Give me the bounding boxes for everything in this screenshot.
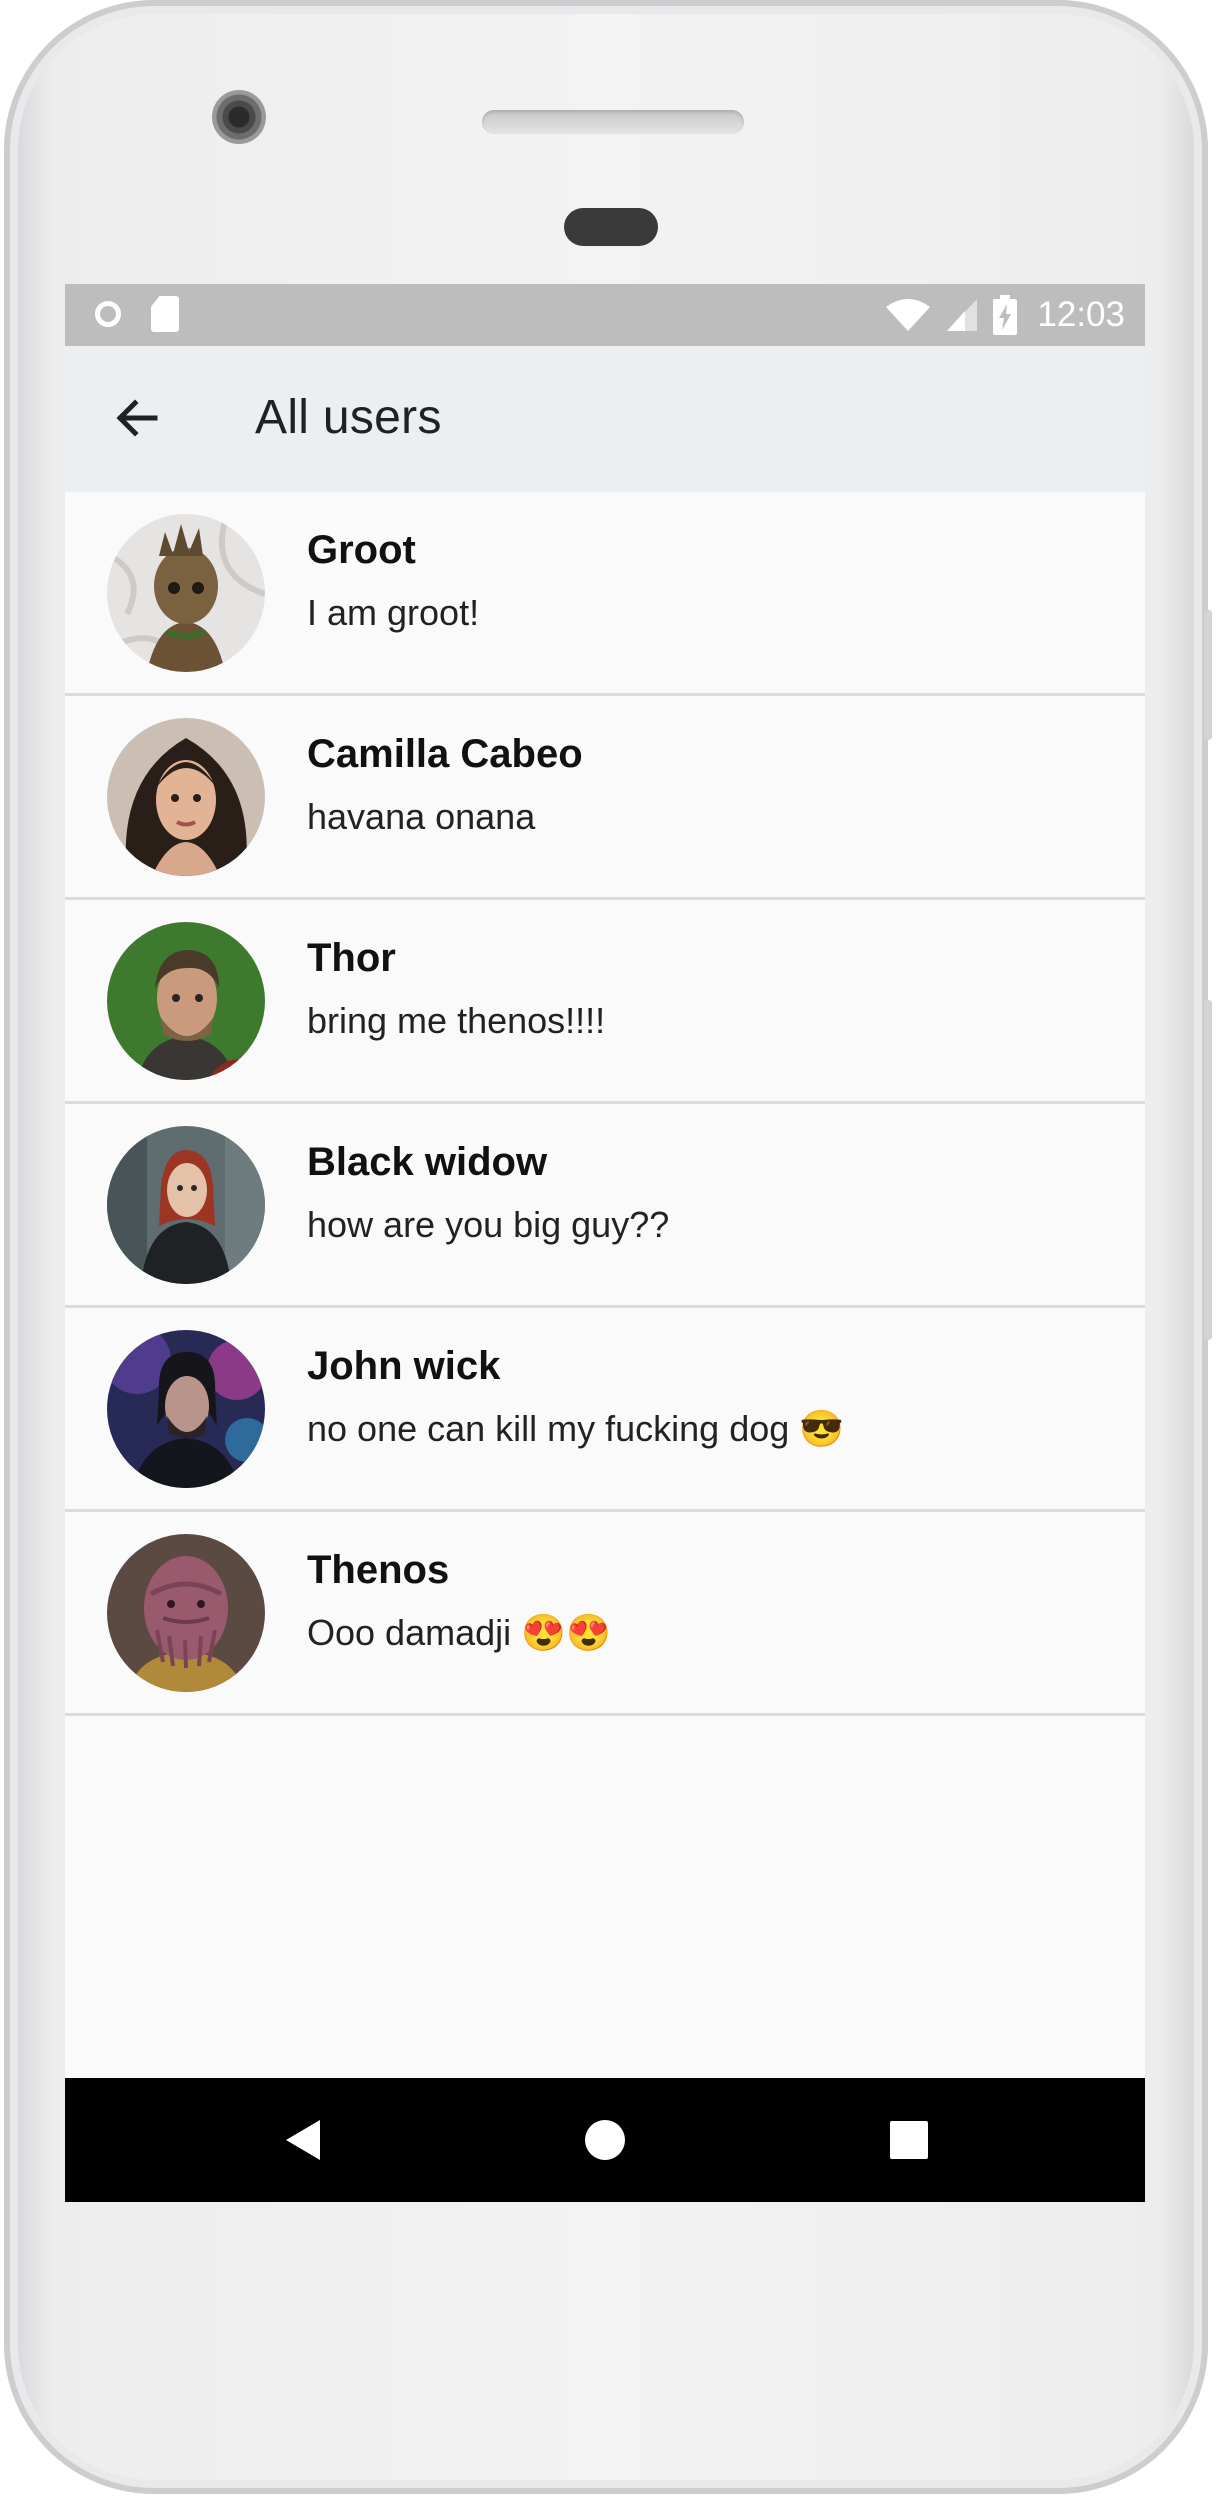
nav-recents-button[interactable]: [849, 2078, 969, 2202]
user-name: Camilla Cabeo: [307, 732, 583, 776]
user-name: Groot: [307, 528, 416, 572]
user-row-thenos[interactable]: Thenos Ooo damadji 😍😍: [65, 1512, 1145, 1716]
user-row-john-wick[interactable]: John wick no one can kill my fucking dog…: [65, 1308, 1145, 1512]
groot-avatar: [107, 514, 265, 672]
volume-button: [1204, 1000, 1212, 1340]
earpiece-speaker: [482, 110, 744, 134]
thenos-avatar: [107, 1534, 265, 1692]
nav-home-button[interactable]: [545, 2078, 665, 2202]
user-name: Black widow: [307, 1140, 548, 1184]
user-status: bring me thenos!!!!: [307, 1000, 606, 1041]
user-status: no one can kill my fucking dog 😎: [307, 1408, 845, 1449]
home-circle-icon: [585, 2120, 625, 2160]
user-name: Thenos: [307, 1548, 450, 1592]
recents-square-icon: [890, 2121, 928, 2159]
back-triangle-icon: [286, 2120, 320, 2160]
proximity-sensor: [564, 208, 658, 246]
thor-avatar: [107, 922, 265, 1080]
power-button: [1204, 610, 1212, 740]
user-row-thor[interactable]: Thor bring me thenos!!!!: [65, 900, 1145, 1104]
status-bar: 12:03: [65, 284, 1145, 346]
phone-screen: 12:03 All users Groot I am groot! Camill…: [65, 284, 1145, 2202]
black-widow-avatar: [107, 1126, 265, 1284]
user-row-groot[interactable]: Groot I am groot!: [65, 492, 1145, 696]
app-bar: All users: [65, 346, 1145, 492]
navigation-bar: [65, 2078, 1145, 2202]
nav-back-button[interactable]: [244, 2078, 364, 2202]
arrow-back-icon: [116, 399, 158, 437]
user-status: havana onana: [307, 796, 536, 837]
page-title: All users: [255, 391, 442, 444]
camilla-avatar: [107, 718, 265, 876]
user-status: Ooo damadji 😍😍: [307, 1612, 611, 1653]
front-camera: [212, 90, 266, 144]
battery-charging-icon: [993, 295, 1018, 335]
user-row-black-widow[interactable]: Black widow how are you big guy??: [65, 1104, 1145, 1308]
user-status: how are you big guy??: [307, 1204, 670, 1245]
user-name: John wick: [307, 1344, 501, 1388]
user-list: Groot I am groot! Camilla Cabeo havana o…: [65, 492, 1145, 1716]
back-button[interactable]: [105, 386, 169, 450]
user-name: Thor: [307, 936, 396, 980]
user-row-camilla-cabeo[interactable]: Camilla Cabeo havana onana: [65, 696, 1145, 900]
user-status: I am groot!: [307, 592, 480, 633]
circle-icon: [95, 301, 121, 327]
cell-signal-icon: [947, 299, 978, 331]
sd-card-icon: [151, 296, 179, 332]
john-wick-avatar: [107, 1330, 265, 1488]
wifi-icon: [886, 299, 931, 331]
status-time: 12:03: [1037, 295, 1125, 334]
